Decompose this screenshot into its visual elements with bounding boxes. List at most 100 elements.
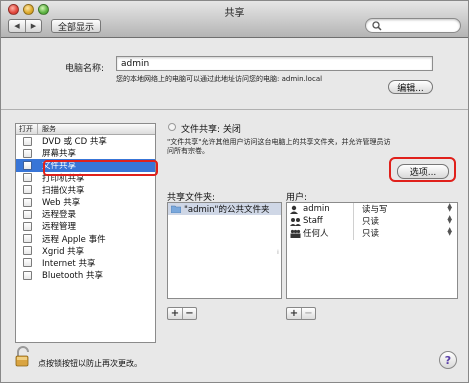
service-checkbox[interactable] [22,258,32,268]
shared-folder-name: "admin"的公共文件夹 [184,205,270,215]
computer-name-label: 电脑名称: [65,64,105,74]
services-list-header: 打开 服务 [16,124,155,135]
service-checkbox[interactable] [22,185,32,195]
highlight-ring-file-sharing [43,160,158,176]
column-header-open[interactable]: 打开 [16,124,38,134]
service-row[interactable]: 远程 Apple 事件 [16,233,155,245]
service-checkbox[interactable] [22,148,32,158]
remove-folder-button[interactable]: − [182,308,196,319]
service-row[interactable]: 远程管理 [16,220,155,232]
service-name: 远程管理 [42,222,77,233]
service-name: Xgrid 共享 [42,246,85,257]
file-sharing-description: "文件共享"允许其他用户访问这台电脑上的共享文件夹，并允许管理员访问所有宗卷。 [167,138,391,155]
service-checkbox[interactable] [22,246,32,256]
edit-button[interactable]: 编辑... [388,80,433,94]
permission-stepper-icon[interactable]: ▲ ▼ [447,203,452,213]
folder-icon [171,205,181,213]
file-sharing-status: 文件共享: 关闭 [181,125,241,135]
service-checkbox-cell [16,160,38,170]
services-list: 打开 服务 DVD 或 CD 共享 屏幕共享 文件共享 打印机共享 扫描仪共享 Web 共… [15,123,156,343]
service-row[interactable]: Xgrid 共享 [16,245,155,257]
service-name: 扫描仪共享 [42,185,85,196]
permission-stepper-icon[interactable]: ▲ ▼ [447,215,452,225]
users-list: admin 读与写 ▲ ▼ Staff 只读 ▲ ▼ 任何人 只读 ▲ ▼ [286,202,458,299]
lock-icon[interactable] [14,346,32,368]
service-checkbox-cell [16,148,38,158]
service-checkbox[interactable] [22,160,32,170]
search-icon [372,21,382,31]
service-checkbox-cell [16,209,38,219]
service-checkbox[interactable] [22,197,32,207]
service-checkbox-cell [16,136,38,146]
service-checkbox[interactable] [22,270,32,280]
user-add-remove: + − [286,307,316,320]
service-checkbox[interactable] [22,136,32,146]
service-row[interactable]: Web 共享 [16,196,155,208]
service-row[interactable]: DVD 或 CD 共享 [16,135,155,147]
service-checkbox-cell [16,234,38,244]
user-row[interactable]: 任何人 只读 ▲ ▼ [287,227,457,239]
service-checkbox[interactable] [22,221,32,231]
service-name: DVD 或 CD 共享 [42,137,107,148]
users-rows: admin 读与写 ▲ ▼ Staff 只读 ▲ ▼ 任何人 只读 ▲ ▼ [287,203,457,239]
service-row[interactable]: 屏幕共享 [16,147,155,159]
show-all-button[interactable]: 全部显示 [51,19,101,33]
service-checkbox-cell [16,173,38,183]
shared-folders-rows: "admin"的公共文件夹 [168,203,281,215]
service-checkbox-cell [16,185,38,195]
user-permission[interactable]: 读与写 [359,203,439,215]
user-row[interactable]: admin 读与写 ▲ ▼ [287,203,457,215]
service-name: Bluetooth 共享 [42,271,103,282]
help-button[interactable]: ? [439,351,457,369]
sharing-window: 共享 ◀ ▶ 全部显示 电脑名称: admin 您的本地网络上的电脑可以通过此地… [0,0,469,383]
user-name: admin [303,204,330,214]
user-name: 任何人 [303,229,329,239]
user-permission[interactable]: 只读 [359,227,439,239]
local-address-note: 您的本地网络上的电脑可以通过此地址访问您的电脑: admin.local [116,75,323,83]
window-title: 共享 [224,8,245,19]
service-name: 远程 Apple 事件 [42,234,106,245]
service-checkbox-cell [16,258,38,268]
search-field[interactable] [365,18,461,33]
service-checkbox[interactable] [22,173,32,183]
service-name: 远程登录 [42,210,77,221]
service-name: 屏幕共享 [42,149,77,160]
service-checkbox-cell [16,246,38,256]
remove-user-button[interactable]: − [301,308,315,319]
shared-folders-list: "admin"的公共文件夹 [167,202,282,299]
add-folder-button[interactable]: + [168,308,182,319]
service-checkbox[interactable] [22,234,32,244]
group-icon [290,217,301,226]
user-permission[interactable]: 只读 [359,215,439,227]
permission-stepper-icon[interactable]: ▲ ▼ [447,227,452,237]
services-rows: DVD 或 CD 共享 屏幕共享 文件共享 打印机共享 扫描仪共享 Web 共享 远程登录远… [16,135,155,281]
service-row[interactable]: Internet 共享 [16,257,155,269]
add-user-button[interactable]: + [287,308,301,319]
shared-folder-row[interactable]: "admin"的公共文件夹 [168,203,281,215]
service-checkbox-cell [16,197,38,207]
service-name: Internet 共享 [42,258,96,269]
service-row[interactable]: Bluetooth 共享 [16,269,155,281]
service-row[interactable]: 远程登录 [16,208,155,220]
lock-hint-text: 点按锁按钮以防止再次更改。 [38,359,142,368]
column-header-service[interactable]: 服务 [38,124,56,134]
service-checkbox[interactable] [22,209,32,219]
computer-name-input[interactable]: admin [116,56,433,71]
forward-button[interactable]: ▶ [24,20,41,32]
user-name: Staff [303,216,323,226]
title-bar: 共享 ◀ ▶ 全部显示 [1,1,468,38]
user-row[interactable]: Staff 只读 ▲ ▼ [287,215,457,227]
service-name: Web 共享 [42,198,81,209]
folder-add-remove: + − [167,307,197,320]
section-divider [1,109,468,110]
service-row[interactable]: 扫描仪共享 [16,184,155,196]
back-button[interactable]: ◀ [9,20,25,32]
highlight-ring-options [389,157,456,182]
service-checkbox-cell [16,270,38,280]
service-checkbox-cell [16,221,38,231]
everyone-icon [290,229,301,238]
split-resize-handle[interactable]: ⁞ [277,249,279,256]
nav-buttons: ◀ ▶ [8,19,42,33]
status-indicator [168,123,176,131]
single-user-icon [290,205,298,214]
